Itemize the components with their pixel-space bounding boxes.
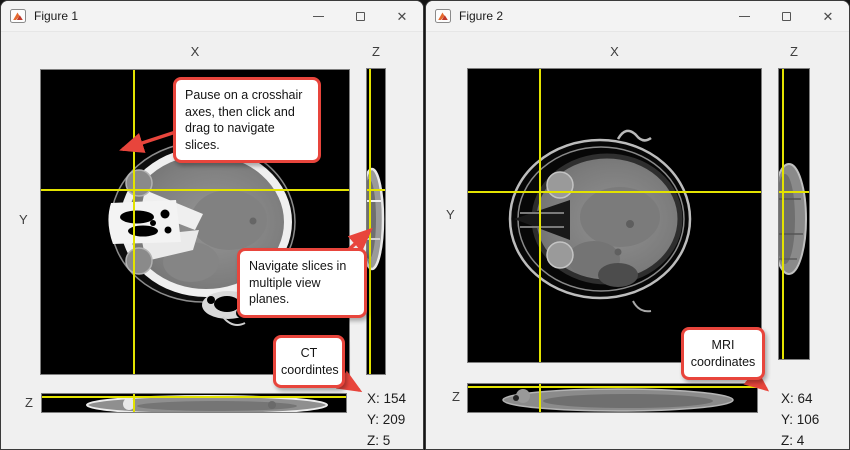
close-button[interactable]: ✕ — [381, 1, 423, 31]
minimize-button[interactable] — [297, 1, 339, 31]
window-title: Figure 2 — [459, 9, 503, 23]
mri-coronal-axes[interactable] — [468, 384, 757, 412]
mri-coordinate-readout: X: 64 Y: 106 Z: 4 — [781, 388, 819, 450]
window-title: Figure 1 — [34, 9, 78, 23]
axial-x-label: X — [41, 44, 349, 59]
axial-x-label: X — [468, 44, 761, 59]
figure1-window: Figure 1 ✕ X Y Z Z — [0, 0, 424, 450]
coord-y: Y: 106 — [781, 409, 819, 430]
figure1-titlebar[interactable]: Figure 1 ✕ — [1, 1, 423, 32]
callout-pause-instructions: Pause on a crosshair axes, then click an… — [173, 77, 321, 163]
maximize-button[interactable] — [339, 1, 381, 31]
close-button[interactable]: ✕ — [807, 1, 849, 31]
maximize-icon — [356, 12, 365, 21]
close-icon: ✕ — [397, 10, 408, 23]
maximize-icon — [782, 12, 791, 21]
callout-navigate-planes: Navigate slices in multiple view planes. — [237, 248, 367, 318]
crosshair-horizontal[interactable] — [468, 191, 761, 193]
mri-coronal-image — [468, 384, 757, 412]
crosshair-vertical[interactable] — [133, 70, 135, 374]
figure2-canvas: X Y Z Z — [426, 32, 849, 450]
mri-sagittal-axes[interactable] — [779, 69, 809, 359]
crosshair-horizontal[interactable] — [468, 386, 757, 388]
figure2-titlebar[interactable]: Figure 2 ✕ — [426, 1, 849, 32]
crosshair-vertical[interactable] — [539, 69, 541, 362]
coord-x: X: 154 — [367, 388, 406, 409]
sagittal-z-label: Z — [779, 44, 809, 59]
ct-sagittal-axes[interactable] — [367, 69, 385, 374]
window-controls: ✕ — [297, 1, 423, 31]
crosshair-vertical[interactable] — [369, 69, 371, 374]
mri-axial-image — [468, 69, 761, 362]
figure1-canvas: X Y Z Z — [1, 32, 423, 450]
maximize-button[interactable] — [765, 1, 807, 31]
coronal-z-label: Z — [25, 395, 33, 410]
coord-z: Z: 4 — [781, 430, 819, 450]
mri-sagittal-image — [779, 69, 809, 359]
coord-x: X: 64 — [781, 388, 819, 409]
crosshair-vertical[interactable] — [782, 69, 784, 359]
minimize-icon — [739, 16, 750, 17]
minimize-button[interactable] — [723, 1, 765, 31]
coronal-z-label: Z — [452, 389, 460, 404]
figure2-window: Figure 2 ✕ X Y Z Z — [425, 0, 850, 450]
minimize-icon — [313, 16, 324, 17]
mri-axial-axes[interactable] — [468, 69, 761, 362]
axial-y-label: Y — [19, 212, 28, 227]
crosshair-horizontal[interactable] — [779, 191, 809, 193]
ct-coordinate-readout: X: 154 Y: 209 Z: 5 — [367, 388, 406, 450]
ct-coronal-axes[interactable] — [42, 394, 346, 412]
crosshair-horizontal[interactable] — [367, 189, 385, 191]
matlab-icon — [10, 9, 26, 23]
close-icon: ✕ — [823, 10, 834, 23]
crosshair-horizontal[interactable] — [41, 189, 349, 191]
coord-z: Z: 5 — [367, 430, 406, 450]
axial-y-label: Y — [446, 207, 455, 222]
window-controls: ✕ — [723, 1, 849, 31]
crosshair-horizontal[interactable] — [42, 396, 346, 398]
crosshair-vertical[interactable] — [133, 394, 135, 412]
crosshair-vertical[interactable] — [539, 384, 541, 412]
matlab-icon — [435, 9, 451, 23]
callout-mri-coordinates: MRI coordinates — [681, 327, 765, 380]
coord-y: Y: 209 — [367, 409, 406, 430]
callout-ct-coordinates: CT coordintes — [273, 335, 345, 388]
sagittal-z-label: Z — [367, 44, 385, 59]
